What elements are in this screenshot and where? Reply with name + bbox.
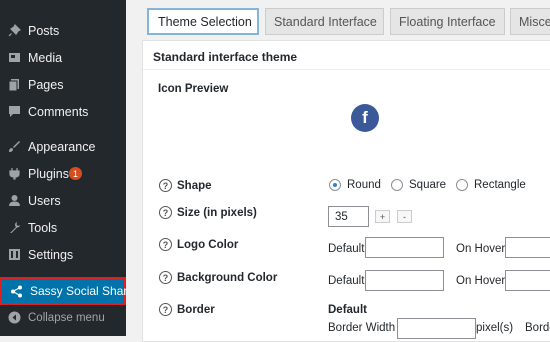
size-decrease-button[interactable]: -: [397, 210, 412, 223]
collapse-icon: [7, 311, 21, 325]
field-label: Border: [177, 303, 215, 316]
background-color-hover-label: On Hover: [456, 275, 506, 287]
sidebar-item-posts[interactable]: Posts: [0, 17, 126, 44]
users-icon: [7, 194, 21, 208]
appearance-icon: [7, 140, 21, 154]
radio-button[interactable]: [456, 179, 468, 191]
radio-label: Round: [347, 179, 381, 191]
sidebar-item-comments[interactable]: Comments: [0, 98, 126, 125]
help-icon[interactable]: ?: [159, 238, 172, 251]
facebook-icon: f: [351, 104, 379, 132]
shape-option-round[interactable]: Round: [329, 179, 381, 191]
help-icon[interactable]: ?: [159, 303, 172, 316]
sidebar-item-label: Plugins: [28, 166, 69, 181]
sidebar-item-label: Media: [28, 50, 63, 65]
radio-button[interactable]: [391, 179, 403, 191]
radio-label: Rectangle: [474, 179, 526, 191]
sidebar-item-pages[interactable]: Pages: [0, 71, 126, 98]
comments-icon: [7, 105, 21, 119]
sidebar-item-label: Pages: [28, 77, 64, 92]
border-next-label: Borde: [525, 322, 550, 334]
field-label: Shape: [177, 179, 212, 192]
background-color-default-input[interactable]: [365, 270, 444, 291]
sidebar-item-plugins[interactable]: Plugins 1: [0, 160, 126, 187]
radio-label: Square: [409, 179, 447, 191]
border-default-heading: Default: [328, 304, 367, 316]
tab-label: Theme Selection: [158, 14, 252, 29]
sidebar-item-media[interactable]: Media: [0, 44, 126, 71]
pages-icon: [7, 78, 21, 92]
sidebar-item-label: Comments: [28, 104, 89, 119]
admin-sidebar: Posts Media Pages Comments Appearance Pl…: [0, 0, 134, 336]
tab-standard-interface[interactable]: Standard Interface: [265, 8, 384, 35]
panel-title: Standard interface theme: [153, 50, 298, 64]
logo-color-hover-input[interactable]: [505, 237, 550, 258]
radio-button[interactable]: [329, 179, 341, 191]
facebook-glyph: f: [362, 108, 368, 127]
logo-color-default-input[interactable]: [365, 237, 444, 258]
size-value: 35: [335, 210, 348, 223]
logo-color-default-label: Default: [328, 243, 365, 255]
tools-icon: [7, 221, 21, 235]
sidebar-item-label: Appearance: [28, 139, 96, 154]
background-color-row-label: ? Background Color: [159, 271, 277, 284]
help-icon[interactable]: ?: [159, 206, 172, 219]
field-label: Background Color: [177, 271, 278, 284]
tab-floating-interface[interactable]: Floating Interface: [390, 8, 505, 35]
border-row-label: ? Border: [159, 303, 215, 316]
tab-label: Floating Interface: [399, 14, 496, 29]
sidebar-item-sassy-social-share[interactable]: Sassy Social Share: [0, 277, 134, 305]
size-row-label: ? Size (in pixels): [159, 206, 257, 219]
size-input[interactable]: 35: [328, 206, 369, 227]
sidebar-item-label: Settings: [28, 247, 74, 262]
plugins-update-badge: 1: [69, 167, 82, 180]
tab-miscellaneous[interactable]: Misce: [510, 8, 550, 35]
sidebar-item-users[interactable]: Users: [0, 187, 126, 214]
help-icon[interactable]: ?: [159, 179, 172, 192]
sidebar-item-label: Users: [28, 193, 61, 208]
main-content: Theme Selection Standard Interface Float…: [126, 0, 550, 342]
background-color-hover-input[interactable]: [505, 270, 550, 291]
pin-icon: [7, 24, 21, 38]
shape-row-label: ? Shape: [159, 179, 212, 192]
icon-preview-label: Icon Preview: [158, 83, 229, 95]
size-increase-button[interactable]: +: [375, 210, 390, 223]
media-icon: [7, 51, 21, 65]
shape-option-rectangle[interactable]: Rectangle: [456, 179, 526, 191]
tab-label: Standard Interface: [274, 14, 377, 29]
tab-label: Misce: [519, 14, 550, 29]
sidebar-item-settings[interactable]: Settings: [0, 241, 126, 268]
collapse-menu-label: Collapse menu: [28, 311, 105, 324]
background-color-default-label: Default: [328, 275, 365, 287]
settings-icon: [7, 248, 21, 262]
plugins-icon: [7, 167, 21, 181]
border-width-unit: pixel(s): [476, 322, 514, 334]
logo-color-hover-label: On Hover: [456, 243, 506, 255]
border-width-label: Border Width: [328, 322, 396, 334]
shape-option-square[interactable]: Square: [391, 179, 446, 191]
share-icon: [9, 284, 23, 298]
sidebar-item-label: Tools: [28, 220, 58, 235]
sidebar-item-label: Sassy Social Share: [30, 284, 135, 298]
tab-theme-selection[interactable]: Theme Selection: [147, 8, 259, 35]
logo-color-row-label: ? Logo Color: [159, 238, 238, 251]
collapse-menu-button[interactable]: Collapse menu: [0, 304, 126, 331]
field-label: Logo Color: [177, 238, 239, 251]
sidebar-item-appearance[interactable]: Appearance: [0, 133, 126, 160]
divider: [143, 69, 550, 70]
field-label: Size (in pixels): [177, 206, 257, 219]
settings-panel: Standard interface theme Icon Preview f …: [142, 40, 550, 342]
sidebar-item-label: Posts: [28, 23, 60, 38]
sidebar-item-tools[interactable]: Tools: [0, 214, 126, 241]
help-icon[interactable]: ?: [159, 271, 172, 284]
